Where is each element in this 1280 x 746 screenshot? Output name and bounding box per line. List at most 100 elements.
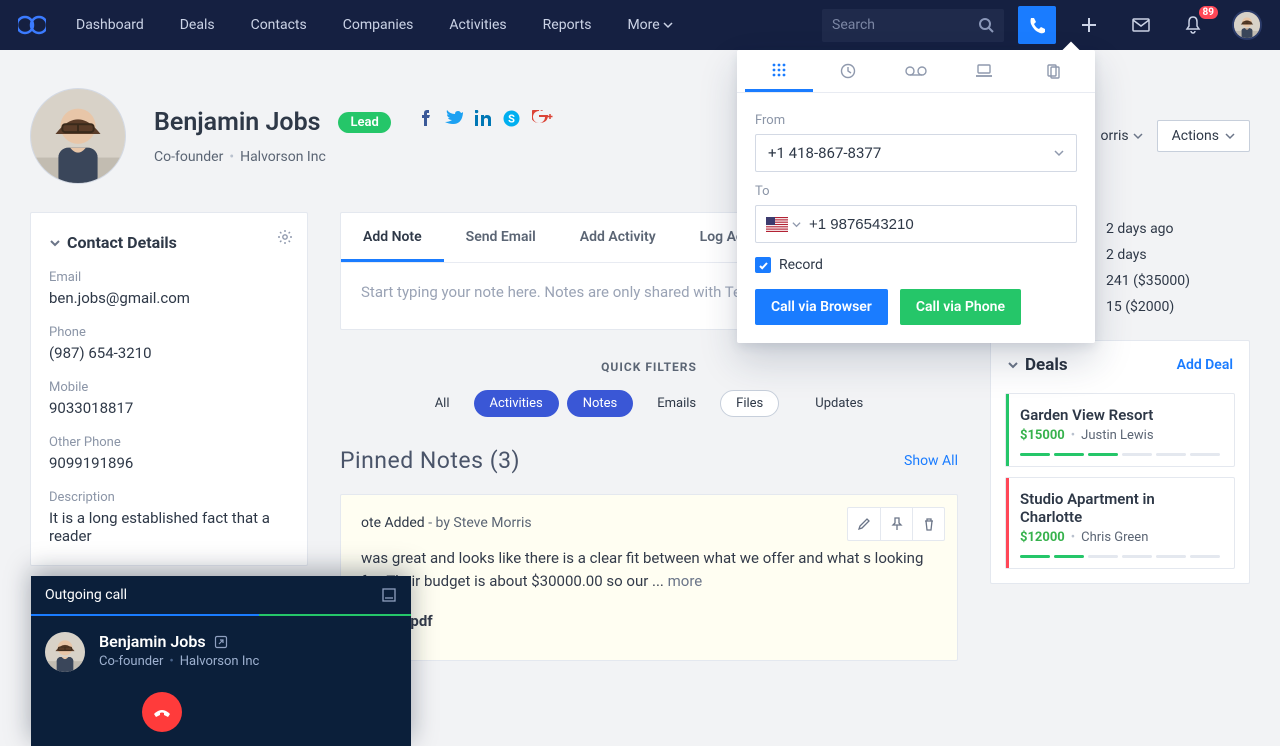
label-email: Email (49, 270, 289, 285)
contact-details-title[interactable]: Contact Details (49, 233, 289, 252)
tab-send-email[interactable]: Send Email (444, 213, 558, 262)
label-mobile: Mobile (49, 380, 289, 395)
trash-icon (922, 517, 936, 531)
nav-contacts[interactable]: Contacts (251, 17, 307, 33)
minimize-button[interactable] (381, 587, 397, 603)
pinned-notes-title: Pinned Notes (3) (340, 447, 520, 474)
owner-dropdown[interactable]: orris (1101, 128, 1143, 144)
note-title: ote Added (361, 515, 425, 531)
linkedin-icon[interactable] (475, 110, 491, 127)
value-phone[interactable]: (987) 654-3210 (49, 344, 289, 362)
edit-note-button[interactable] (848, 508, 880, 540)
pin-note-button[interactable] (880, 508, 912, 540)
filter-files[interactable]: Files (720, 390, 779, 417)
value-email[interactable]: ben.jobs@gmail.com (49, 289, 289, 307)
check-icon (758, 260, 769, 271)
note-attachment[interactable]: oposal.pdf 5 MB (361, 612, 937, 648)
user-avatar[interactable] (1232, 10, 1262, 40)
lead-badge: Lead (338, 112, 390, 133)
voicemail-tab[interactable] (882, 50, 950, 92)
filter-updates[interactable]: Updates (799, 390, 879, 417)
note-body: was great and looks like there is a clea… (361, 547, 937, 594)
from-number-select[interactable]: +1 418-867-8377 (755, 134, 1077, 172)
deal-owner: Justin Lewis (1081, 428, 1153, 443)
add-deal-link[interactable]: Add Deal (1177, 357, 1233, 373)
mail-icon (1132, 18, 1150, 32)
external-link-icon[interactable] (214, 635, 228, 649)
phone-icon (1028, 16, 1046, 34)
note-more-link[interactable]: more (668, 572, 703, 590)
deals-card: Deals Add Deal Garden View Resort $15000… (990, 340, 1250, 584)
history-tab[interactable] (813, 50, 881, 92)
deal-item[interactable]: Garden View Resort $15000•Justin Lewis (1005, 393, 1235, 467)
clipboard-tab[interactable] (1019, 50, 1087, 92)
hangup-button[interactable] (142, 692, 182, 732)
notifications-button[interactable]: 89 (1174, 6, 1212, 44)
nav-more[interactable]: More (627, 17, 672, 33)
us-flag-icon (766, 217, 788, 232)
from-label: From (755, 113, 1077, 128)
voicemail-icon (905, 65, 927, 77)
phone-popover: From +1 418-867-8377 To Record Call via … (737, 50, 1095, 343)
value-other-phone[interactable]: 9099191896 (49, 454, 289, 472)
tab-add-activity[interactable]: Add Activity (558, 213, 678, 262)
summary-value: 15 ($2000) (1106, 299, 1174, 315)
to-label: To (755, 184, 1077, 199)
skype-icon[interactable]: S (503, 110, 520, 127)
mail-button[interactable] (1122, 6, 1160, 44)
nav-deals[interactable]: Deals (180, 17, 215, 33)
dialpad-tab[interactable] (745, 50, 813, 92)
nav-companies[interactable]: Companies (343, 17, 414, 33)
label-other-phone: Other Phone (49, 435, 289, 450)
chevron-down-icon (49, 237, 61, 249)
google-plus-icon[interactable] (532, 110, 554, 127)
device-tab[interactable] (950, 50, 1018, 92)
summary-value: 241 ($35000) (1106, 273, 1190, 289)
filter-notes[interactable]: Notes (567, 390, 634, 417)
deal-name: Garden View Resort (1020, 406, 1220, 424)
value-description: It is a long established fact that a rea… (49, 509, 289, 545)
contact-details-card: Contact Details Emailben.jobs@gmail.com … (30, 212, 308, 566)
search-icon (978, 17, 994, 33)
call-via-browser-button[interactable]: Call via Browser (755, 289, 888, 325)
deal-stages (1020, 555, 1220, 558)
label-phone: Phone (49, 325, 289, 340)
filter-emails[interactable]: Emails (641, 390, 712, 417)
nav-dashboard[interactable]: Dashboard (76, 17, 144, 33)
deal-item[interactable]: Studio Apartment in Charlotte $12000•Chr… (1005, 477, 1235, 569)
contact-avatar[interactable] (30, 88, 126, 184)
deal-stages (1020, 453, 1220, 456)
chevron-down-icon (1054, 144, 1064, 162)
bell-icon (1185, 16, 1201, 34)
phone-button[interactable] (1018, 6, 1056, 44)
chevron-down-icon (1133, 131, 1143, 141)
clock-icon (840, 63, 856, 79)
summary-value: 2 days ago (1106, 221, 1174, 237)
app-logo[interactable] (18, 11, 46, 39)
delete-note-button[interactable] (912, 508, 944, 540)
search-input[interactable]: Search (822, 9, 1004, 42)
deals-title[interactable]: Deals (1007, 355, 1068, 375)
attachment-size: 5 MB (361, 632, 937, 648)
nav-activities[interactable]: Activities (449, 17, 506, 33)
call-contact-name: Benjamin Jobs (99, 632, 206, 651)
value-mobile[interactable]: 9033018817 (49, 399, 289, 417)
gear-icon[interactable] (277, 229, 293, 249)
pin-icon (890, 517, 904, 531)
record-checkbox[interactable]: Record (755, 257, 1077, 273)
tab-add-note[interactable]: Add Note (341, 213, 444, 262)
to-number-input[interactable] (809, 216, 1068, 233)
call-via-phone-button[interactable]: Call via Phone (900, 289, 1021, 325)
label-description: Description (49, 490, 289, 505)
twitter-icon[interactable] (445, 110, 463, 127)
facebook-icon[interactable] (417, 110, 433, 127)
nav-reports[interactable]: Reports (543, 17, 592, 33)
show-all-link[interactable]: Show All (904, 453, 958, 469)
deal-name: Studio Apartment in Charlotte (1020, 490, 1220, 526)
filter-activities[interactable]: Activities (474, 390, 559, 417)
add-button[interactable] (1070, 6, 1108, 44)
dialpad-icon (771, 62, 787, 78)
filter-all[interactable]: All (419, 390, 466, 417)
country-flag-selector[interactable] (766, 217, 801, 232)
actions-button[interactable]: Actions (1157, 120, 1250, 152)
